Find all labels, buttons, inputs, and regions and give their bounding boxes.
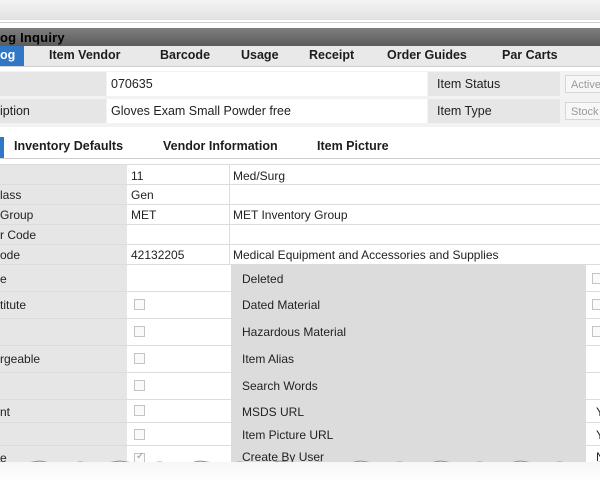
field-code: 11 (131, 169, 144, 183)
flag-row: rgeable Item Alias (0, 345, 600, 373)
flag-label: nt (0, 405, 11, 419)
description-label: iption (0, 104, 30, 118)
bottom-fade (0, 462, 600, 483)
item-status-label: Item Status (437, 77, 501, 91)
item-number-label-cell (0, 72, 106, 96)
flag-label: titute (0, 298, 27, 312)
tab-order-guides[interactable]: Order Guides (387, 48, 467, 62)
substitute-checkbox[interactable] (134, 299, 145, 310)
field-row: Group MET MET Inventory Group (0, 204, 600, 225)
tab-par-carts[interactable]: Par Carts (502, 48, 558, 62)
flag-checkbox[interactable] (134, 429, 145, 440)
field-row: r Code (0, 224, 600, 245)
msds-url-value: Y (596, 405, 600, 419)
flag-label: Search Words (242, 379, 318, 393)
flag-checkbox[interactable] (134, 405, 145, 416)
item-type-label: Item Type (437, 104, 492, 118)
item-number-value-cell (107, 72, 427, 96)
flag-row: nt MSDS URL Y (0, 399, 600, 423)
flag-checkbox[interactable] (134, 326, 145, 337)
field-desc: Med/Surg (233, 169, 286, 183)
tab-inventory-defaults[interactable]: Inventory Defaults (14, 139, 123, 153)
field-label: Group (0, 208, 34, 222)
flag-label: e (0, 272, 7, 286)
title-bar (0, 28, 600, 46)
dated-material-checkbox[interactable] (592, 299, 600, 310)
chargeable-checkbox[interactable] (134, 353, 145, 364)
field-row: lass Gen (0, 184, 600, 205)
flag-label: Dated Material (242, 298, 321, 312)
flag-row: Hazardous Material (0, 318, 600, 346)
tab-vendor-information[interactable]: Vendor Information (163, 139, 278, 153)
flag-label: MSDS URL (242, 405, 305, 419)
tab-catalog[interactable]: og (0, 48, 15, 62)
tab-receipt[interactable]: Receipt (309, 48, 354, 62)
top-toolbar (0, 0, 600, 20)
flag-label: rgeable (0, 352, 41, 366)
description-value: Gloves Exam Small Powder free (111, 104, 291, 118)
field-row: 11 Med/Surg (0, 164, 600, 185)
field-desc: MET Inventory Group (233, 208, 348, 222)
tab-item-picture[interactable]: Item Picture (317, 139, 389, 153)
field-row: ode 42132205 Medical Equipment and Acces… (0, 244, 600, 265)
flag-label: Item Picture URL (242, 428, 334, 442)
tab-barcode[interactable]: Barcode (160, 48, 210, 62)
field-desc: Medical Equipment and Accessories and Su… (233, 248, 499, 262)
flag-row: Item Picture URL Y (0, 422, 600, 446)
field-label: r Code (0, 228, 37, 242)
item-type-field[interactable]: Stock (565, 102, 600, 120)
flag-row: Search Words (0, 372, 600, 400)
field-label: lass (0, 188, 22, 202)
item-picture-url-value: Y (596, 428, 600, 442)
flag-checkbox[interactable] (134, 380, 145, 391)
item-number-value: 070635 (111, 77, 153, 91)
deleted-checkbox[interactable] (592, 273, 600, 284)
window-title: og Inquiry (0, 30, 65, 45)
flag-row: titute Dated Material (0, 291, 600, 319)
tab-item-vendor[interactable]: Item Vendor (49, 48, 121, 62)
item-status-field[interactable]: Active (565, 75, 600, 93)
field-code: MET (131, 208, 157, 222)
flag-row: e Deleted (0, 264, 600, 292)
hazardous-material-checkbox[interactable] (592, 326, 600, 337)
sub-tab-selected-marker (0, 137, 4, 158)
field-code: 42132205 (131, 248, 185, 262)
flag-label: Hazardous Material (242, 325, 347, 339)
field-label: ode (0, 248, 21, 262)
tab-usage[interactable]: Usage (241, 48, 279, 62)
field-code: Gen (131, 188, 154, 202)
flag-label: Item Alias (242, 352, 295, 366)
flag-label: Deleted (242, 272, 284, 286)
